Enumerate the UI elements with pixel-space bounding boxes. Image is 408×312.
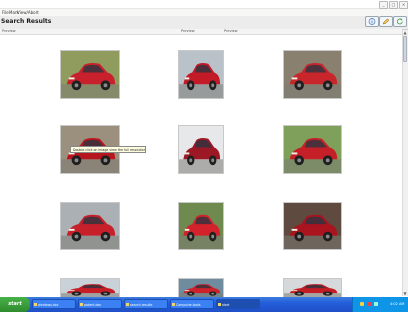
thumbnail-red-car-1[interactable] [60,50,120,99]
tooltip: Double click on image view the full reso… [70,146,146,153]
close-button[interactable]: × [399,1,408,9]
taskbar-item-2[interactable]: patent.doc [78,299,122,309]
minimize-icon: _ [382,2,385,7]
thumbnail-red-car-7[interactable] [60,202,120,250]
info-icon [368,18,376,25]
scroll-thumb[interactable] [403,36,407,62]
menu-view-abort[interactable]: View/Abort [17,10,39,15]
close-icon: × [401,2,406,7]
car-image [284,51,341,98]
app-icon [172,303,175,306]
app-icon [126,303,129,306]
menu-file[interactable]: File [2,10,9,15]
vertical-scrollbar[interactable] [402,30,408,296]
network-icon[interactable] [360,302,364,306]
refresh-button[interactable] [393,16,407,27]
thumbnail-red-car-5[interactable] [178,125,224,174]
car-image [179,203,223,249]
refresh-icon [396,18,403,25]
car-image [61,203,119,249]
car-image [179,51,223,98]
document-icon [80,303,83,306]
page-title: Search Results [1,18,52,25]
window-titlebar [0,0,408,9]
taskbar-item-1[interactable]: windows.doc [32,299,76,309]
clock: 4:02 AM [390,302,405,306]
security-icon[interactable] [367,302,371,306]
column-header [0,29,402,35]
taskbar-item-5[interactable]: start [216,299,260,309]
car-image [61,279,119,299]
minimize-button[interactable]: _ [379,1,388,9]
volume-icon[interactable] [374,302,378,306]
thumbnail-red-car-2[interactable] [178,50,224,99]
scroll-down-icon[interactable]: ▼ [403,291,407,296]
taskbar-item-3[interactable]: search-results [124,299,168,309]
app-icon [218,303,221,306]
scroll-up-icon[interactable]: ▲ [403,30,407,35]
car-image [284,126,341,173]
car-image [179,126,223,173]
car-image [179,279,223,299]
edit-button[interactable] [379,16,393,27]
start-button[interactable]: start [0,297,30,312]
menu-bar [0,9,408,16]
edit-icon [382,18,390,25]
car-image [61,51,119,98]
column-preview-3: Preview [224,29,238,33]
taskbar-item-4[interactable]: Computer-tools [170,299,214,309]
thumbnail-red-car-9[interactable] [283,202,342,250]
document-icon [34,303,37,306]
column-preview-2: Preview [181,29,195,33]
info-button[interactable] [365,16,379,27]
thumbnail-red-car-6[interactable] [283,125,342,174]
car-image [284,203,341,249]
column-preview-1: Preview [2,29,16,33]
car-image [284,279,341,299]
maximize-button[interactable]: □ [389,1,398,9]
thumbnail-red-car-3[interactable] [283,50,342,99]
maximize-icon: □ [391,2,396,7]
results-header [0,16,408,30]
thumbnail-red-car-8[interactable] [178,202,224,250]
